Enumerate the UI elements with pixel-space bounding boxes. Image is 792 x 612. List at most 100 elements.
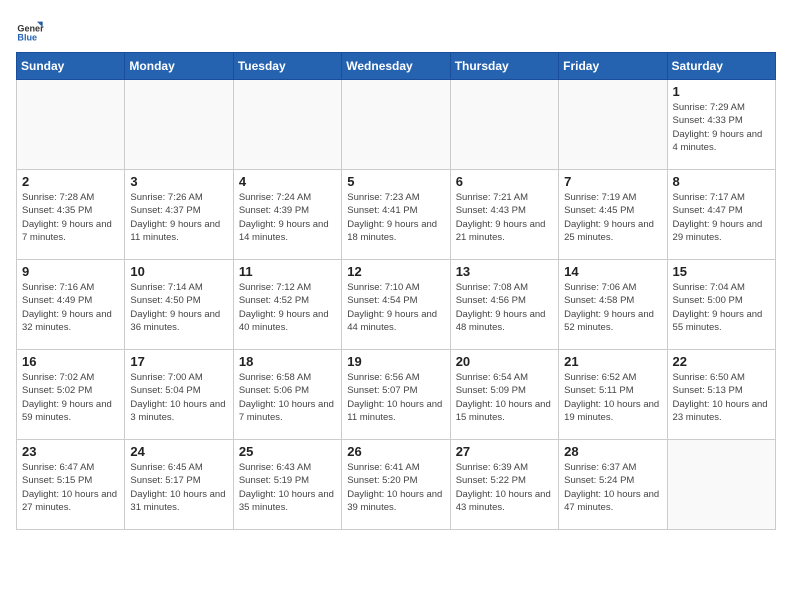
day-number: 11 bbox=[239, 264, 336, 279]
day-info: Sunrise: 6:50 AM Sunset: 5:13 PM Dayligh… bbox=[673, 371, 770, 424]
day-info: Sunrise: 6:45 AM Sunset: 5:17 PM Dayligh… bbox=[130, 461, 227, 514]
day-info: Sunrise: 7:21 AM Sunset: 4:43 PM Dayligh… bbox=[456, 191, 553, 244]
day-number: 18 bbox=[239, 354, 336, 369]
day-cell: 18 Sunrise: 6:58 AM Sunset: 5:06 PM Dayli… bbox=[233, 350, 341, 440]
week-row-5: 23 Sunrise: 6:47 AM Sunset: 5:15 PM Dayli… bbox=[17, 440, 776, 530]
day-cell bbox=[233, 80, 341, 170]
day-info: Sunrise: 6:41 AM Sunset: 5:20 PM Dayligh… bbox=[347, 461, 444, 514]
day-info: Sunrise: 6:58 AM Sunset: 5:06 PM Dayligh… bbox=[239, 371, 336, 424]
day-cell: 22 Sunrise: 6:50 AM Sunset: 5:13 PM Dayli… bbox=[667, 350, 775, 440]
weekday-header-row: SundayMondayTuesdayWednesdayThursdayFrid… bbox=[17, 53, 776, 80]
day-info: Sunrise: 7:29 AM Sunset: 4:33 PM Dayligh… bbox=[673, 101, 770, 154]
logo: General Blue bbox=[16, 16, 48, 44]
day-number: 27 bbox=[456, 444, 553, 459]
day-cell: 21 Sunrise: 6:52 AM Sunset: 5:11 PM Dayli… bbox=[559, 350, 667, 440]
weekday-header-wednesday: Wednesday bbox=[342, 53, 450, 80]
day-cell: 14 Sunrise: 7:06 AM Sunset: 4:58 PM Dayli… bbox=[559, 260, 667, 350]
day-cell: 9 Sunrise: 7:16 AM Sunset: 4:49 PM Daylig… bbox=[17, 260, 125, 350]
day-info: Sunrise: 7:08 AM Sunset: 4:56 PM Dayligh… bbox=[456, 281, 553, 334]
day-cell: 11 Sunrise: 7:12 AM Sunset: 4:52 PM Dayli… bbox=[233, 260, 341, 350]
day-info: Sunrise: 7:04 AM Sunset: 5:00 PM Dayligh… bbox=[673, 281, 770, 334]
day-cell: 19 Sunrise: 6:56 AM Sunset: 5:07 PM Dayli… bbox=[342, 350, 450, 440]
day-cell: 4Sunrise: 7:24 AM Sunset: 4:39 PM Daylig… bbox=[233, 170, 341, 260]
day-info: Sunrise: 7:02 AM Sunset: 5:02 PM Dayligh… bbox=[22, 371, 119, 424]
day-number: 21 bbox=[564, 354, 661, 369]
day-cell: 16 Sunrise: 7:02 AM Sunset: 5:02 PM Dayli… bbox=[17, 350, 125, 440]
week-row-4: 16 Sunrise: 7:02 AM Sunset: 5:02 PM Dayli… bbox=[17, 350, 776, 440]
day-info: Sunrise: 6:39 AM Sunset: 5:22 PM Dayligh… bbox=[456, 461, 553, 514]
day-cell: 3 Sunrise: 7:26 AM Sunset: 4:37 PM Daylig… bbox=[125, 170, 233, 260]
day-info: Sunrise: 7:23 AM Sunset: 4:41 PM Dayligh… bbox=[347, 191, 444, 244]
day-cell: 27 Sunrise: 6:39 AM Sunset: 5:22 PM Dayli… bbox=[450, 440, 558, 530]
weekday-header-tuesday: Tuesday bbox=[233, 53, 341, 80]
day-cell: 24 Sunrise: 6:45 AM Sunset: 5:17 PM Dayli… bbox=[125, 440, 233, 530]
day-number: 3 bbox=[130, 174, 227, 189]
day-number: 7 bbox=[564, 174, 661, 189]
day-number: 20 bbox=[456, 354, 553, 369]
day-cell: 10 Sunrise: 7:14 AM Sunset: 4:50 PM Dayli… bbox=[125, 260, 233, 350]
day-info: Sunrise: 7:16 AM Sunset: 4:49 PM Dayligh… bbox=[22, 281, 119, 334]
weekday-header-friday: Friday bbox=[559, 53, 667, 80]
day-cell bbox=[667, 440, 775, 530]
day-number: 22 bbox=[673, 354, 770, 369]
day-info: Sunrise: 6:54 AM Sunset: 5:09 PM Dayligh… bbox=[456, 371, 553, 424]
day-cell: 26Sunrise: 6:41 AM Sunset: 5:20 PM Dayli… bbox=[342, 440, 450, 530]
weekday-header-thursday: Thursday bbox=[450, 53, 558, 80]
day-cell: 23 Sunrise: 6:47 AM Sunset: 5:15 PM Dayli… bbox=[17, 440, 125, 530]
day-number: 13 bbox=[456, 264, 553, 279]
day-cell: 20 Sunrise: 6:54 AM Sunset: 5:09 PM Dayli… bbox=[450, 350, 558, 440]
day-info: Sunrise: 6:43 AM Sunset: 5:19 PM Dayligh… bbox=[239, 461, 336, 514]
day-info: Sunrise: 7:06 AM Sunset: 4:58 PM Dayligh… bbox=[564, 281, 661, 334]
day-number: 4 bbox=[239, 174, 336, 189]
day-info: Sunrise: 7:12 AM Sunset: 4:52 PM Dayligh… bbox=[239, 281, 336, 334]
week-row-2: 2Sunrise: 7:28 AM Sunset: 4:35 PM Daylig… bbox=[17, 170, 776, 260]
day-cell: 28 Sunrise: 6:37 AM Sunset: 5:24 PM Dayli… bbox=[559, 440, 667, 530]
weekday-header-monday: Monday bbox=[125, 53, 233, 80]
day-cell: 25 Sunrise: 6:43 AM Sunset: 5:19 PM Dayli… bbox=[233, 440, 341, 530]
day-info: Sunrise: 7:14 AM Sunset: 4:50 PM Dayligh… bbox=[130, 281, 227, 334]
day-cell: 6Sunrise: 7:21 AM Sunset: 4:43 PM Daylig… bbox=[450, 170, 558, 260]
page-header: General Blue bbox=[16, 16, 776, 44]
day-info: Sunrise: 7:19 AM Sunset: 4:45 PM Dayligh… bbox=[564, 191, 661, 244]
day-number: 14 bbox=[564, 264, 661, 279]
day-cell bbox=[125, 80, 233, 170]
day-info: Sunrise: 7:26 AM Sunset: 4:37 PM Dayligh… bbox=[130, 191, 227, 244]
day-number: 2 bbox=[22, 174, 119, 189]
day-number: 9 bbox=[22, 264, 119, 279]
day-cell bbox=[450, 80, 558, 170]
day-cell: 13 Sunrise: 7:08 AM Sunset: 4:56 PM Dayli… bbox=[450, 260, 558, 350]
day-number: 19 bbox=[347, 354, 444, 369]
day-number: 16 bbox=[22, 354, 119, 369]
day-number: 23 bbox=[22, 444, 119, 459]
day-cell bbox=[559, 80, 667, 170]
day-number: 28 bbox=[564, 444, 661, 459]
weekday-header-sunday: Sunday bbox=[17, 53, 125, 80]
week-row-1: 1 Sunrise: 7:29 AM Sunset: 4:33 PM Daylig… bbox=[17, 80, 776, 170]
day-number: 24 bbox=[130, 444, 227, 459]
day-info: Sunrise: 6:56 AM Sunset: 5:07 PM Dayligh… bbox=[347, 371, 444, 424]
day-cell: 8 Sunrise: 7:17 AM Sunset: 4:47 PM Daylig… bbox=[667, 170, 775, 260]
day-number: 17 bbox=[130, 354, 227, 369]
day-cell: 2Sunrise: 7:28 AM Sunset: 4:35 PM Daylig… bbox=[17, 170, 125, 260]
day-info: Sunrise: 6:47 AM Sunset: 5:15 PM Dayligh… bbox=[22, 461, 119, 514]
day-cell bbox=[17, 80, 125, 170]
day-cell: 1 Sunrise: 7:29 AM Sunset: 4:33 PM Daylig… bbox=[667, 80, 775, 170]
week-row-3: 9 Sunrise: 7:16 AM Sunset: 4:49 PM Daylig… bbox=[17, 260, 776, 350]
day-cell: 5 Sunrise: 7:23 AM Sunset: 4:41 PM Daylig… bbox=[342, 170, 450, 260]
day-cell: 15Sunrise: 7:04 AM Sunset: 5:00 PM Dayli… bbox=[667, 260, 775, 350]
day-info: Sunrise: 7:17 AM Sunset: 4:47 PM Dayligh… bbox=[673, 191, 770, 244]
day-cell: 17Sunrise: 7:00 AM Sunset: 5:04 PM Dayli… bbox=[125, 350, 233, 440]
day-number: 25 bbox=[239, 444, 336, 459]
day-cell: 7 Sunrise: 7:19 AM Sunset: 4:45 PM Daylig… bbox=[559, 170, 667, 260]
calendar-table: SundayMondayTuesdayWednesdayThursdayFrid… bbox=[16, 52, 776, 530]
svg-text:Blue: Blue bbox=[17, 33, 37, 43]
day-info: Sunrise: 6:52 AM Sunset: 5:11 PM Dayligh… bbox=[564, 371, 661, 424]
day-number: 10 bbox=[130, 264, 227, 279]
day-number: 5 bbox=[347, 174, 444, 189]
day-number: 8 bbox=[673, 174, 770, 189]
weekday-header-saturday: Saturday bbox=[667, 53, 775, 80]
day-info: Sunrise: 6:37 AM Sunset: 5:24 PM Dayligh… bbox=[564, 461, 661, 514]
day-info: Sunrise: 7:10 AM Sunset: 4:54 PM Dayligh… bbox=[347, 281, 444, 334]
day-cell: 12Sunrise: 7:10 AM Sunset: 4:54 PM Dayli… bbox=[342, 260, 450, 350]
day-number: 1 bbox=[673, 84, 770, 99]
